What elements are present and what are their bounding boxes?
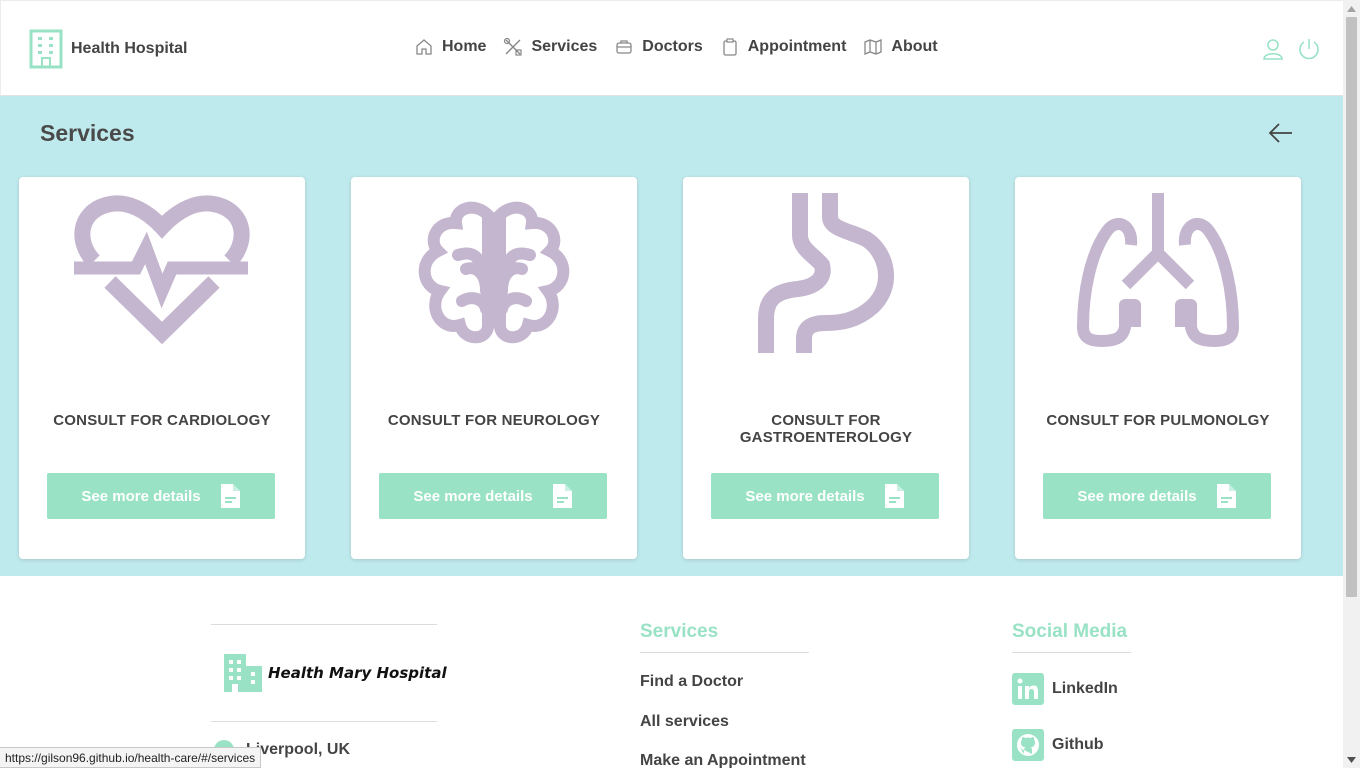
back-arrow-icon[interactable] — [1268, 120, 1294, 146]
nav-appointment[interactable]: Appointment — [720, 37, 847, 57]
status-bar-url: https://gilson96.github.io/health-care/#… — [0, 747, 262, 768]
power-icon[interactable] — [1297, 37, 1321, 61]
map-icon — [863, 37, 883, 57]
service-name: CONSULT FOR NEUROLOGY — [387, 412, 601, 429]
tools-icon — [503, 37, 523, 57]
nav-appointment-label: Appointment — [747, 38, 847, 55]
button-label: See more details — [81, 487, 201, 505]
brand[interactable]: Health Hospital — [29, 29, 187, 69]
brand-name: Health Hospital — [71, 40, 188, 57]
home-icon — [414, 37, 434, 57]
service-name: CONSULT FOR CARDIOLOGY — [53, 412, 271, 429]
scroll-up-arrow-icon[interactable] — [1343, 0, 1360, 17]
footer-logo-text: Health Mary Hospital — [268, 664, 447, 682]
github-icon — [1012, 729, 1044, 761]
service-card-gastroenterology: CONSULT FOR GASTROENTEROLOGY See more de… — [683, 177, 969, 559]
lungs-icon — [1077, 193, 1239, 347]
nav-home-label: Home — [442, 38, 487, 55]
service-card-neurology: CONSULT FOR NEUROLOGY See more details — [351, 177, 637, 559]
social-label: LinkedIn — [1052, 680, 1118, 697]
hospital-building-icon — [29, 29, 63, 69]
footer-social-heading: Social Media — [1012, 621, 1128, 642]
document-icon — [552, 484, 572, 508]
divider — [211, 721, 437, 722]
clipboard-icon — [720, 37, 740, 57]
document-icon — [884, 484, 904, 508]
footer: Health Mary Hospital Liverpool, UK Servi… — [0, 576, 1343, 768]
page-title: Services — [40, 120, 135, 146]
service-name: CONSULT FOR PULMONOLGY — [1046, 412, 1270, 429]
see-more-details-button[interactable]: See more details — [711, 473, 939, 519]
vertical-scrollbar[interactable] — [1343, 0, 1360, 768]
social-label: Github — [1052, 736, 1104, 753]
heart-pulse-icon — [74, 195, 250, 345]
footer-link-find-doctor[interactable]: Find a Doctor — [640, 673, 743, 691]
footer-services-heading: Services — [640, 621, 719, 642]
service-card-cardiology: CONSULT FOR CARDIOLOGY See more details — [19, 177, 305, 559]
location-text: Liverpool, UK — [246, 741, 351, 758]
see-more-details-button[interactable]: See more details — [47, 473, 275, 519]
nav-doctors[interactable]: Doctors — [614, 37, 703, 57]
button-label: See more details — [1077, 487, 1197, 505]
footer-logo[interactable]: Health Mary Hospital — [222, 652, 447, 694]
divider — [1012, 652, 1131, 653]
hospital-building-icon — [224, 654, 262, 692]
button-label: See more details — [413, 487, 533, 505]
nav-services-label: Services — [531, 38, 598, 55]
footer-link-all-services[interactable]: All services — [640, 713, 729, 731]
document-icon — [220, 484, 240, 508]
nav-about[interactable]: About — [863, 37, 938, 57]
briefcase-icon — [614, 37, 634, 57]
see-more-details-button[interactable]: See more details — [1043, 473, 1271, 519]
brain-icon — [418, 201, 570, 344]
scrollbar-thumb[interactable] — [1346, 17, 1357, 597]
service-card-pulmonology: CONSULT FOR PULMONOLGY See more details — [1015, 177, 1301, 559]
divider — [211, 624, 437, 625]
nav-home[interactable]: Home — [414, 37, 486, 57]
nav-doctors-label: Doctors — [642, 38, 703, 55]
see-more-details-button[interactable]: See more details — [379, 473, 607, 519]
header-actions — [1249, 37, 1321, 61]
social-github[interactable]: Github — [1012, 729, 1104, 761]
document-icon — [1216, 484, 1236, 508]
scroll-down-arrow-icon[interactable] — [1343, 751, 1360, 768]
divider — [640, 652, 809, 653]
button-label: See more details — [745, 487, 865, 505]
nav-about-label: About — [891, 38, 938, 55]
stomach-icon — [758, 193, 894, 353]
services-section: Services CONSULT FOR CARDIOLOGY See more… — [0, 96, 1343, 576]
linkedin-icon — [1012, 673, 1044, 705]
user-icon[interactable] — [1261, 37, 1285, 61]
main-nav: Home Services Doctors Appointment About — [414, 37, 955, 57]
footer-link-make-appointment[interactable]: Make an Appointment — [640, 752, 806, 768]
nav-services[interactable]: Services — [503, 37, 597, 57]
service-name: CONSULT FOR GASTROENTEROLOGY — [739, 412, 913, 446]
social-linkedin[interactable]: LinkedIn — [1012, 673, 1118, 705]
top-navbar: Health Hospital Home Services Doctors Ap… — [0, 0, 1343, 96]
